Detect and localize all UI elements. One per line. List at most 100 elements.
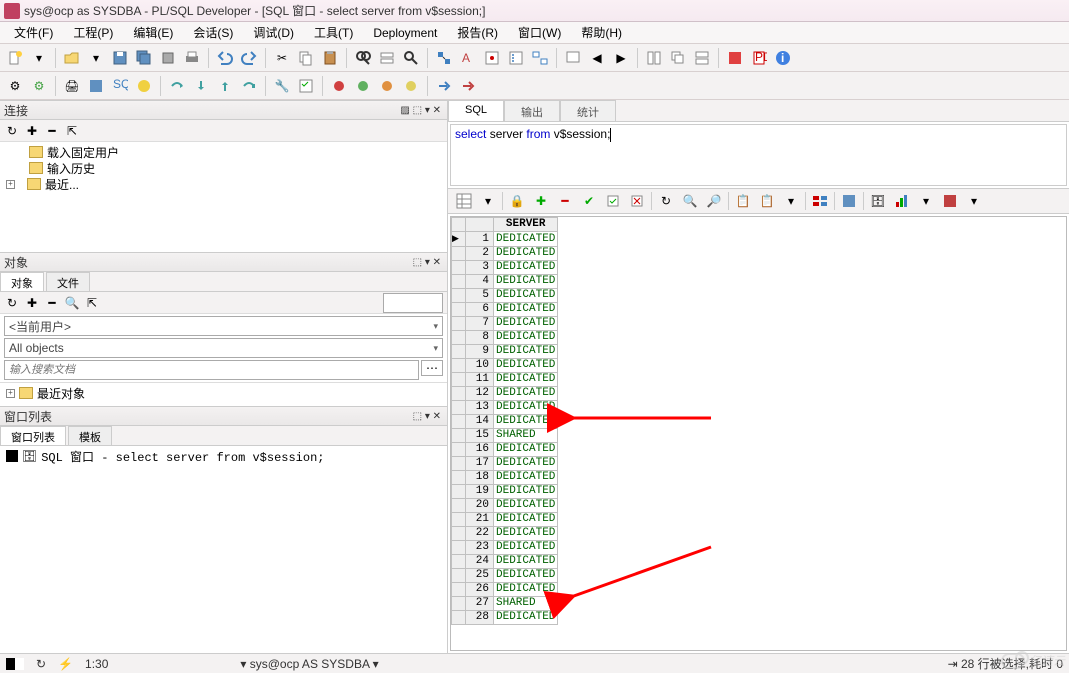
sql-editor[interactable]: select server from v$session; (450, 124, 1067, 186)
chart-icon[interactable] (892, 191, 912, 211)
checklist-icon[interactable] (295, 75, 317, 97)
lock-icon[interactable]: 🔒 (507, 191, 527, 211)
table-row[interactable]: 10DEDICATED (452, 359, 558, 373)
recent-objects-item[interactable]: + 最近对象 (4, 385, 443, 401)
table-row[interactable]: 13DEDICATED (452, 401, 558, 415)
plus-icon[interactable]: ✚ (24, 123, 40, 139)
green-dot-icon[interactable] (352, 75, 374, 97)
gear-icon[interactable]: ⚙ (4, 75, 26, 97)
tree-item[interactable]: +最近... (4, 176, 443, 192)
refresh-icon[interactable]: ↻ (4, 123, 20, 139)
tab-objects[interactable]: 对象 (0, 272, 44, 291)
table-row[interactable]: 3DEDICATED (452, 261, 558, 275)
dropdown-arrow-icon[interactable]: ▾ (85, 47, 107, 69)
export-db-icon[interactable]: 🗄 (868, 191, 888, 211)
single-record-icon[interactable] (810, 191, 830, 211)
print-icon[interactable]: 🖨 (61, 75, 83, 97)
table-row[interactable]: 4DEDICATED (452, 275, 558, 289)
new-icon[interactable] (4, 47, 26, 69)
yellow-dot-icon[interactable] (400, 75, 422, 97)
bookmark-icon[interactable] (481, 47, 503, 69)
menu-item[interactable]: 帮助(H) (571, 22, 632, 43)
window-icon[interactable] (562, 47, 584, 69)
table-row[interactable]: 5DEDICATED (452, 289, 558, 303)
objects-filter-input[interactable] (383, 293, 443, 313)
expand-icon[interactable]: ⇱ (64, 123, 80, 139)
table-row[interactable]: 17DEDICATED (452, 457, 558, 471)
table-row[interactable]: 7DEDICATED (452, 317, 558, 331)
red-dot-icon[interactable] (328, 75, 350, 97)
table-row[interactable]: 22DEDICATED (452, 527, 558, 541)
menu-item[interactable]: 工具(T) (304, 22, 363, 43)
window-prev-icon[interactable]: ◀ (586, 47, 608, 69)
table-row[interactable]: 21DEDICATED (452, 513, 558, 527)
current-user-combo[interactable]: <当前用户>▾ (4, 316, 443, 336)
print-icon[interactable] (181, 47, 203, 69)
copy-icon[interactable] (295, 47, 317, 69)
report-pdf-icon[interactable]: PDF (748, 47, 770, 69)
tree-item[interactable]: 载入固定用户 (4, 144, 443, 160)
tab-output[interactable]: 输出 (504, 100, 560, 121)
step-out-icon[interactable] (214, 75, 236, 97)
table-row[interactable]: 12DEDICATED (452, 387, 558, 401)
table-row[interactable]: 11DEDICATED (452, 373, 558, 387)
search-input[interactable] (4, 360, 419, 380)
expand-icon[interactable]: ⇱ (84, 295, 100, 311)
gear-green-icon[interactable]: ⚙ (28, 75, 50, 97)
step-into-icon[interactable] (190, 75, 212, 97)
panel-pin-icon[interactable]: ▨ ⬚ ▾ ✕ (398, 105, 443, 116)
dropdown-arrow-icon[interactable]: ▾ (916, 191, 936, 211)
paste-icon[interactable] (319, 47, 341, 69)
table-row[interactable]: 15SHARED (452, 429, 558, 443)
dropdown-arrow-icon[interactable]: ▾ (781, 191, 801, 211)
tree-item[interactable]: 输入历史 (4, 160, 443, 176)
redo-icon[interactable] (238, 47, 260, 69)
table-row[interactable]: 18DEDICATED (452, 471, 558, 485)
find-icon[interactable] (352, 47, 374, 69)
describe-icon[interactable] (505, 47, 527, 69)
orange-dot-icon[interactable] (376, 75, 398, 97)
code-assist-icon[interactable]: A (457, 47, 479, 69)
grid-red-icon[interactable] (940, 191, 960, 211)
delete-row-icon[interactable]: ━ (555, 191, 575, 211)
table-row[interactable]: 9DEDICATED (452, 345, 558, 359)
menu-item[interactable]: 会话(S) (183, 22, 243, 43)
table-row[interactable]: 23DEDICATED (452, 541, 558, 555)
add-row-icon[interactable]: ✚ (531, 191, 551, 211)
save-blue-icon[interactable] (85, 75, 107, 97)
commit-icon[interactable] (157, 47, 179, 69)
table-row[interactable]: 28DEDICATED (452, 611, 558, 625)
search-ellipsis-icon[interactable]: ⋯ (421, 360, 443, 376)
expand-icon[interactable]: + (6, 180, 15, 189)
wrench-icon[interactable]: 🔧 (271, 75, 293, 97)
menu-item[interactable]: 文件(F) (4, 22, 63, 43)
commit-icon[interactable]: ✔ (579, 191, 599, 211)
report-red-icon[interactable] (724, 47, 746, 69)
all-objects-combo[interactable]: All objects▾ (4, 338, 443, 358)
cascade-icon[interactable] (667, 47, 689, 69)
arrow-right-blue-icon[interactable] (433, 75, 455, 97)
window-list-item[interactable]: 🗄 SQL 窗口 - select server from v$session; (4, 448, 443, 464)
table-row[interactable]: 6DEDICATED (452, 303, 558, 317)
save-icon[interactable] (109, 47, 131, 69)
dropdown-arrow-icon[interactable]: ▾ (478, 191, 498, 211)
find-icon[interactable]: 🔍 (680, 191, 700, 211)
arrow-right-red-icon[interactable] (457, 75, 479, 97)
table-row[interactable]: ▶1DEDICATED (452, 232, 558, 247)
copy-cell-icon[interactable]: 📋 (733, 191, 753, 211)
post-icon[interactable] (603, 191, 623, 211)
export-save-icon[interactable] (839, 191, 859, 211)
panel-pin-icon[interactable]: ⬚ ▾ ✕ (411, 411, 443, 422)
grid-icon[interactable] (454, 191, 474, 211)
menu-item[interactable]: 编辑(E) (123, 22, 183, 43)
menu-item[interactable]: 窗口(W) (508, 22, 571, 43)
menu-item[interactable]: 工程(P) (63, 22, 123, 43)
cut-icon[interactable]: ✂ (271, 47, 293, 69)
refresh-icon[interactable]: ↻ (656, 191, 676, 211)
arrange-icon[interactable] (691, 47, 713, 69)
step-over-icon[interactable] (166, 75, 188, 97)
sql-icon[interactable]: SQL (109, 75, 131, 97)
open-icon[interactable] (61, 47, 83, 69)
panel-pin-icon[interactable]: ⬚ ▾ ✕ (411, 257, 443, 268)
table-row[interactable]: 19DEDICATED (452, 485, 558, 499)
